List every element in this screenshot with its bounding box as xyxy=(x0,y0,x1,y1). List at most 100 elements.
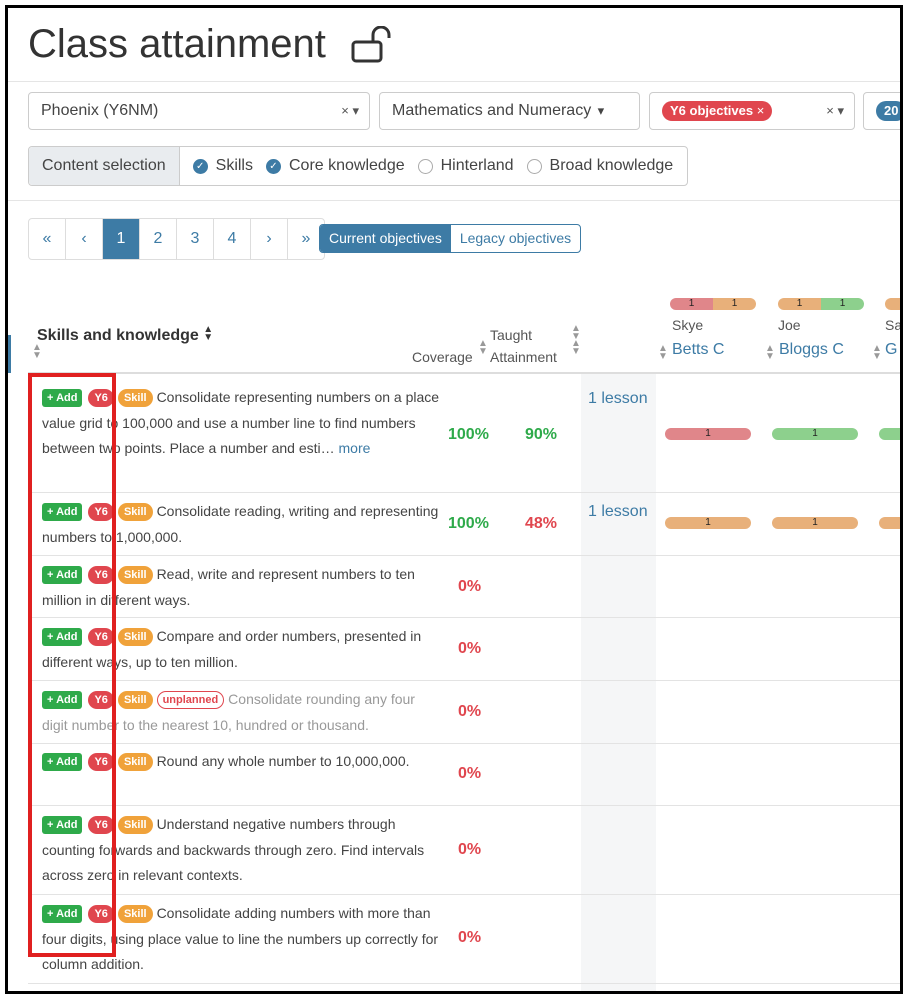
skill-tag: Skill xyxy=(117,816,153,834)
lesson-link[interactable]: 1 lesson xyxy=(588,390,648,408)
sort-icon[interactable]: ▲ ▼ xyxy=(872,344,882,362)
page-2[interactable]: 2 xyxy=(140,219,177,259)
attainment-cell[interactable]: 1 xyxy=(772,428,858,440)
subject-select[interactable]: Mathematics and Numeracy ▾ xyxy=(379,92,640,130)
page-first[interactable]: « xyxy=(29,219,66,259)
objective-toggle: Current objectives Legacy objectives xyxy=(319,224,582,253)
coverage-header[interactable]: Coverage xyxy=(412,349,473,365)
sort-icon[interactable]: ▲ ▼ xyxy=(478,339,488,357)
attainment-value: 48% xyxy=(525,515,558,532)
page-title: Class attainment xyxy=(28,22,326,66)
header-divider xyxy=(28,372,900,374)
attainment-cell[interactable]: 1 xyxy=(665,428,751,440)
y6-tag: Y6 xyxy=(88,753,114,771)
add-button[interactable]: + Add xyxy=(42,753,83,771)
attainment-cell[interactable] xyxy=(879,428,900,440)
add-button[interactable]: + Add xyxy=(42,816,83,834)
lesson-link[interactable]: 1 lesson xyxy=(588,503,648,521)
clear-icon[interactable]: × xyxy=(826,103,834,118)
y6-tag: Y6 xyxy=(88,691,114,709)
skills-header-label: Skills and knowledge xyxy=(37,327,199,344)
current-objectives-button[interactable]: Current objectives xyxy=(320,225,451,252)
header-marker xyxy=(8,335,11,373)
page-4[interactable]: 4 xyxy=(214,219,251,259)
unlock-icon[interactable] xyxy=(351,26,393,64)
year-select[interactable]: 20 xyxy=(863,92,900,130)
divider xyxy=(8,200,900,201)
page-1[interactable]: 1 xyxy=(103,219,140,259)
taught-column-bg xyxy=(581,374,656,991)
add-button[interactable]: + Add xyxy=(42,628,83,646)
divider xyxy=(8,81,900,82)
add-button[interactable]: + Add xyxy=(42,503,83,521)
table-row: + Add Y6 Skill Round any whole number to 10… xyxy=(42,749,442,775)
table-row: + Add Y6 Skill Consolidate representing num… xyxy=(42,385,442,462)
check-icon[interactable]: ✓ xyxy=(192,158,208,174)
row-divider xyxy=(28,894,900,895)
radio-icon[interactable] xyxy=(526,158,542,174)
chevron-down-icon: ▾ xyxy=(597,103,605,118)
add-button[interactable]: + Add xyxy=(42,566,83,584)
legacy-objectives-button[interactable]: Legacy objectives xyxy=(451,225,580,252)
chevron-down-icon[interactable]: ▾ xyxy=(837,103,844,118)
clear-icon[interactable]: × xyxy=(341,103,349,118)
option-broad-knowledge[interactable]: Broad knowledge xyxy=(526,157,674,175)
student-first-name: Joe xyxy=(778,317,801,333)
attainment-cell[interactable]: 1 xyxy=(772,517,858,529)
remove-tag-icon[interactable]: × xyxy=(757,103,765,118)
student-link[interactable]: Bloggs C xyxy=(779,341,844,359)
skill-tag: Skill xyxy=(117,389,153,407)
attainment-cell[interactable]: 1 xyxy=(665,517,751,529)
add-button[interactable]: + Add xyxy=(42,905,83,923)
cell-value: 1 xyxy=(812,517,818,528)
table-row: + Add Y6 Skill Read, write and represent nu… xyxy=(42,562,442,613)
objectives-select[interactable]: Y6 objectives × × ▾ xyxy=(649,92,855,130)
skills-header[interactable]: Skills and knowledge ▲ ▼ xyxy=(37,325,213,345)
coverage-value: 100% xyxy=(448,515,489,532)
subject-select-value: Mathematics and Numeracy xyxy=(392,102,592,119)
radio-icon[interactable] xyxy=(417,158,433,174)
y6-tag: Y6 xyxy=(88,566,114,584)
coverage-value: 0% xyxy=(458,841,482,858)
sort-icon[interactable]: ▲ ▼ xyxy=(571,339,581,357)
skill-tag: Skill xyxy=(117,753,153,771)
sort-icon[interactable]: ▲ ▼ xyxy=(765,344,775,362)
option-label: Hinterland xyxy=(440,157,514,174)
option-hinterland[interactable]: Hinterland xyxy=(417,157,514,175)
table-row: + Add Y6 Skill Consolidate reading, writing… xyxy=(42,499,442,550)
page-3[interactable]: 3 xyxy=(177,219,214,259)
more-link[interactable]: more xyxy=(339,440,371,456)
page-next[interactable]: › xyxy=(251,219,288,259)
class-select-value: Phoenix (Y6NM) xyxy=(41,102,159,119)
row-divider xyxy=(28,492,900,493)
bar-segment: 1 xyxy=(713,298,756,310)
check-icon[interactable]: ✓ xyxy=(265,158,281,174)
coverage-value: 0% xyxy=(458,578,482,595)
student-link[interactable]: G xyxy=(885,341,897,359)
add-button[interactable]: + Add xyxy=(42,389,83,407)
skill-tag: Skill xyxy=(117,566,153,584)
row-divider xyxy=(28,680,900,681)
attainment-cell[interactable] xyxy=(879,517,900,529)
option-skills[interactable]: ✓ Skills xyxy=(192,157,253,175)
skill-tag: Skill xyxy=(117,691,153,709)
add-button[interactable]: + Add xyxy=(42,691,83,709)
sort-icon[interactable]: ▲ ▼ xyxy=(658,344,668,362)
attainment-value: 90% xyxy=(525,426,558,443)
option-label: Core knowledge xyxy=(288,157,405,174)
chevron-down-icon[interactable]: ▾ xyxy=(352,103,359,118)
option-core-knowledge[interactable]: ✓ Core knowledge xyxy=(265,157,405,175)
table-row: + Add Y6 Skill Compare and order numbers, p… xyxy=(42,624,442,675)
table-row: + Add Y6 Skill unplanned Consolidate roundin… xyxy=(42,687,442,738)
y6-tag: Y6 xyxy=(88,628,114,646)
option-label: Broad knowledge xyxy=(549,157,674,174)
attainment-header[interactable]: Attainment xyxy=(490,349,557,365)
student-link[interactable]: Betts C xyxy=(672,341,724,359)
class-select[interactable]: Phoenix (Y6NM) × ▾ xyxy=(28,92,370,130)
sort-icon[interactable]: ▲ ▼ xyxy=(203,325,213,343)
bar-segment: 1 xyxy=(670,298,713,310)
sort-icon[interactable]: ▲ ▼ xyxy=(32,343,42,361)
page-prev[interactable]: ‹ xyxy=(66,219,103,259)
taught-header[interactable]: Taught xyxy=(490,327,532,343)
objective-text: Round any whole number to 10,000,000. xyxy=(156,753,410,769)
